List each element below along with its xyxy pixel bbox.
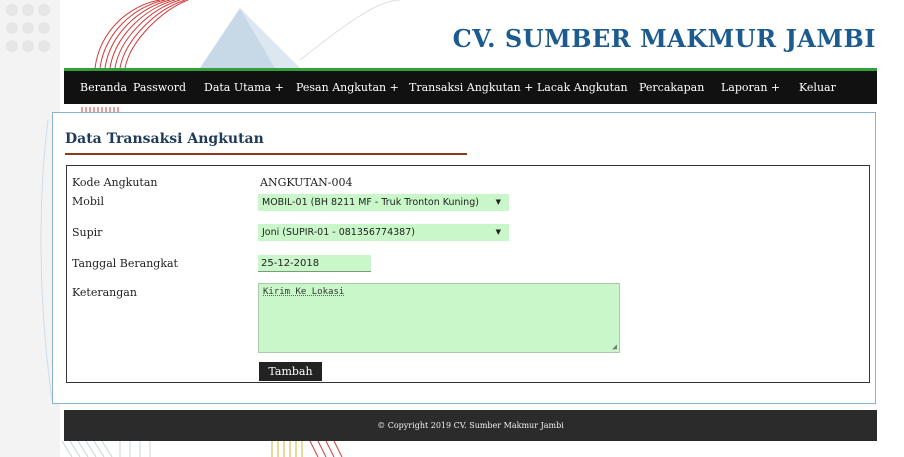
footer: © Copyright 2019 CV. Sumber Makmur Jambi xyxy=(64,410,877,441)
nav-item-transaksi-angkutan[interactable]: Transaksi Angkutan + xyxy=(409,71,533,104)
nav-item-keluar[interactable]: Keluar xyxy=(799,71,836,104)
keterangan-label: Keterangan xyxy=(72,286,137,299)
transaction-form: Kode Angkutan ANGKUTAN-004 Mobil MOBIL-0… xyxy=(66,165,870,383)
mobil-select-value: MOBIL-01 (BH 8211 MF - Truk Tronton Kuni… xyxy=(262,197,479,208)
keterangan-textarea[interactable]: Kirim Ke Lokasi ◢ xyxy=(258,283,620,353)
kode-angkutan-label: Kode Angkutan xyxy=(72,176,158,189)
nav-item-laporan[interactable]: Laporan + xyxy=(721,71,780,104)
kode-angkutan-value: ANGKUTAN-004 xyxy=(260,176,353,189)
tambah-button[interactable]: Tambah xyxy=(259,362,322,381)
nav-item-data-utama[interactable]: Data Utama + xyxy=(204,71,284,104)
keterangan-text: Kirim Ke Lokasi xyxy=(263,287,345,297)
brand-title: CV. SUMBER MAKMUR JAMBI xyxy=(452,24,876,53)
dropdown-arrow-icon: ▼ xyxy=(495,228,501,236)
tanggal-berangkat-label: Tanggal Berangkat xyxy=(72,257,178,270)
nav-item-pesan-angkutan[interactable]: Pesan Angkutan + xyxy=(296,71,399,104)
mobil-label: Mobil xyxy=(72,195,104,208)
nav-item-password[interactable]: Password xyxy=(133,71,186,104)
nav-item-percakapan[interactable]: Percakapan xyxy=(639,71,704,104)
mobil-select[interactable]: MOBIL-01 (BH 8211 MF - Truk Tronton Kuni… xyxy=(258,194,509,211)
header: CV. SUMBER MAKMUR JAMBI xyxy=(47,0,904,68)
supir-select-value: Joni (SUPIR-01 - 081356774387) xyxy=(262,227,415,238)
navbar: Beranda Password Data Utama + Pesan Angk… xyxy=(64,68,877,104)
tanggal-berangkat-input[interactable]: 25-12-2018 xyxy=(258,255,371,272)
title-underline xyxy=(65,153,467,155)
supir-select[interactable]: Joni (SUPIR-01 - 081356774387) ▼ xyxy=(258,224,509,241)
dropdown-arrow-icon: ▼ xyxy=(495,198,501,206)
nav-item-lacak-angkutan[interactable]: Lacak Angkutan xyxy=(537,71,628,104)
supir-label: Supir xyxy=(72,226,103,239)
page-title: Data Transaksi Angkutan xyxy=(65,131,264,147)
content-panel: Data Transaksi Angkutan Kode Angkutan AN… xyxy=(52,112,876,404)
resize-grip-icon[interactable]: ◢ xyxy=(612,342,617,351)
nav-item-beranda[interactable]: Beranda xyxy=(80,71,127,104)
